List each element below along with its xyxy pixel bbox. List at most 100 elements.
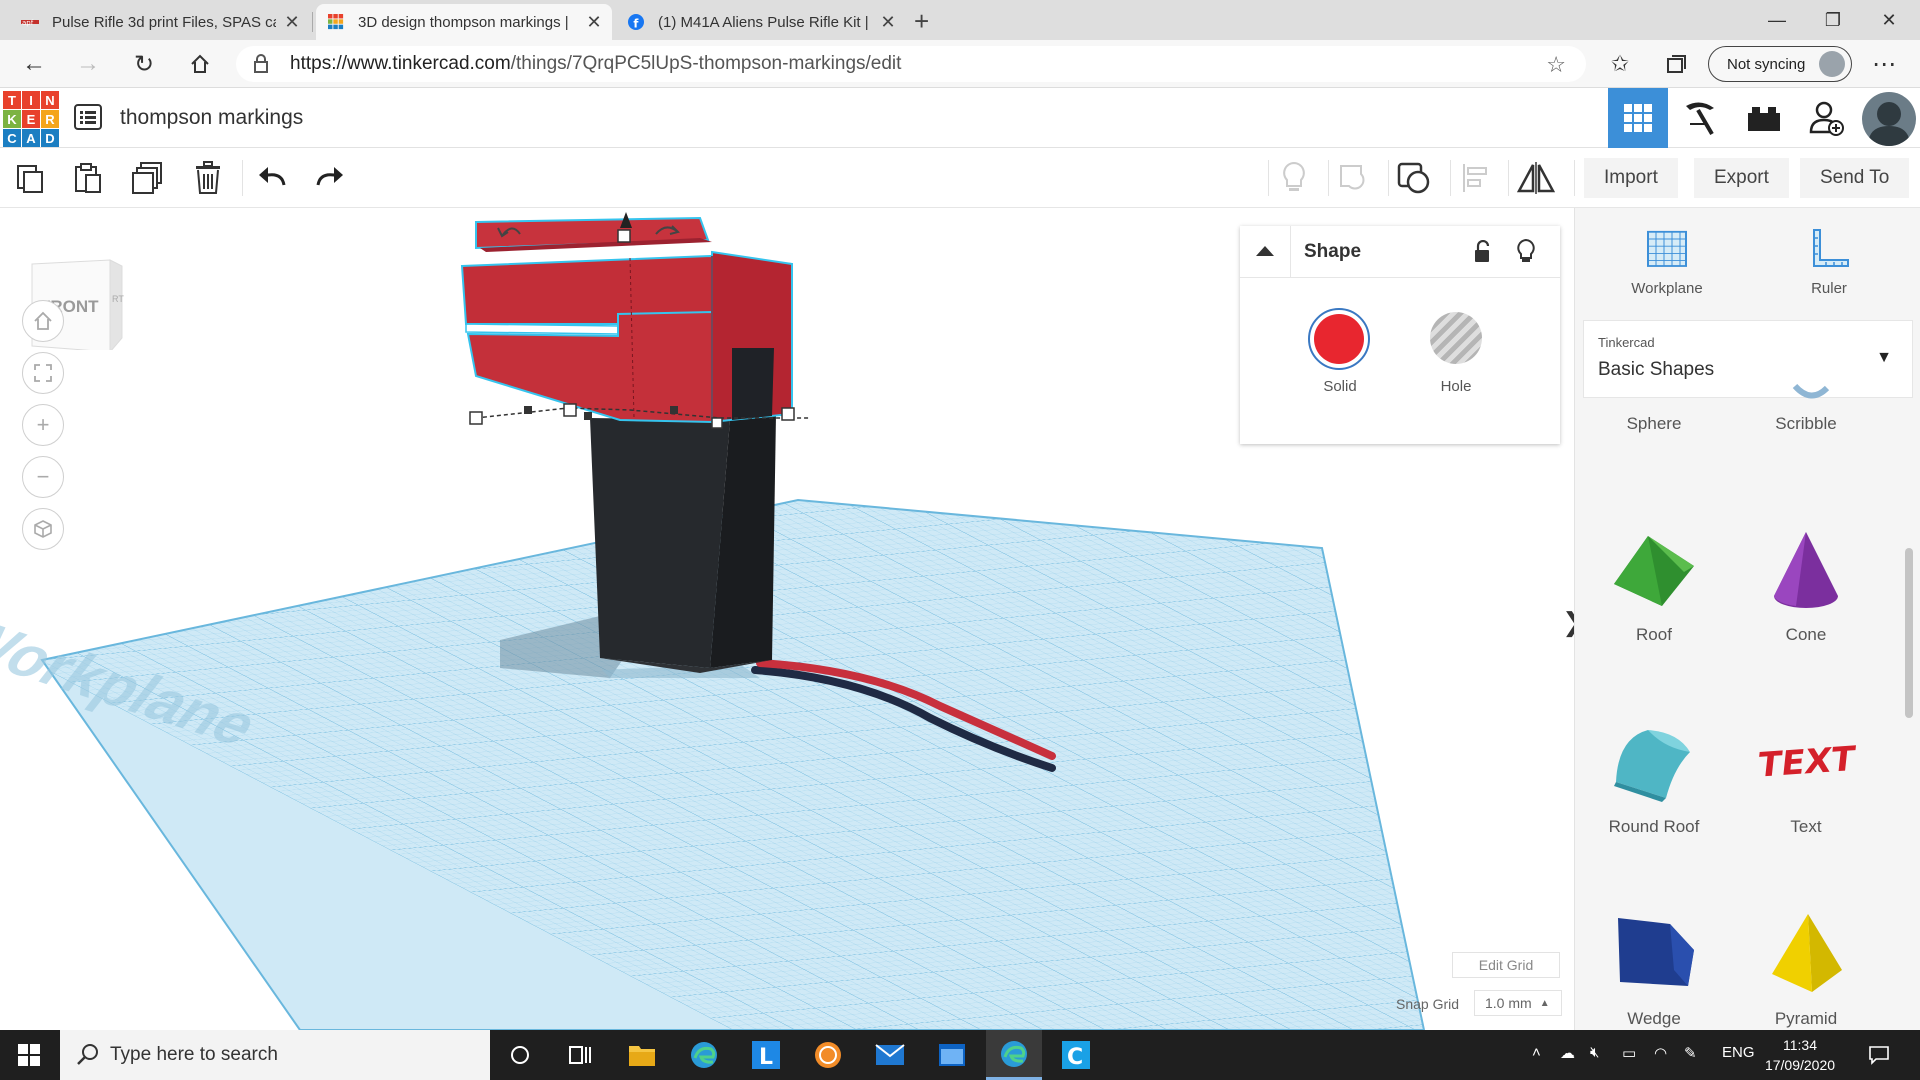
- search-icon: [77, 1044, 98, 1065]
- collapse-icon[interactable]: [1254, 242, 1276, 260]
- close-tab-icon[interactable]: ✕: [880, 12, 896, 33]
- mail-button[interactable]: [862, 1030, 918, 1080]
- design-list-icon[interactable]: [74, 104, 102, 130]
- group-button[interactable]: [1334, 158, 1374, 198]
- zoom-out-button[interactable]: −: [22, 456, 64, 498]
- volume-muted-icon[interactable]: 🔇︎: [1590, 1044, 1599, 1061]
- battery-icon[interactable]: ▭: [1622, 1044, 1636, 1062]
- url-field[interactable]: https://www.tinkercad.com/things/7QrqPC5…: [236, 46, 1586, 82]
- red-body[interactable]: [460, 216, 793, 424]
- collections-icon[interactable]: [1660, 48, 1692, 80]
- delete-button[interactable]: [188, 158, 228, 198]
- shape-sphere[interactable]: Sphere: [1579, 406, 1729, 434]
- solid-color-button[interactable]: [1308, 308, 1370, 370]
- tinkercad-logo[interactable]: TIN KER CAD: [3, 91, 59, 147]
- shape-label: Scribble: [1775, 414, 1837, 433]
- undo-button[interactable]: [252, 158, 292, 198]
- shape-pyramid[interactable]: Pyramid: [1731, 910, 1881, 1029]
- import-button[interactable]: Import: [1584, 158, 1678, 198]
- cortana-button[interactable]: [492, 1030, 548, 1080]
- export-button[interactable]: Export: [1694, 158, 1789, 198]
- edge-active-button[interactable]: [986, 1030, 1042, 1080]
- toolbar-divider: [1328, 160, 1329, 196]
- workplane-grid[interactable]: Workplane: [0, 354, 1574, 1030]
- close-tab-icon[interactable]: ✕: [284, 12, 300, 33]
- back-icon[interactable]: ←: [18, 48, 50, 80]
- lock-icon[interactable]: [1472, 240, 1492, 264]
- blocks-button[interactable]: [1670, 88, 1730, 148]
- forward-icon[interactable]: →: [72, 48, 104, 80]
- browser-address-bar: ← → ↻ https://www.tinkercad.com/things/7…: [0, 40, 1920, 88]
- ungroup-button[interactable]: [1394, 158, 1434, 198]
- snap-grid-select[interactable]: 1.0 mm ▲: [1474, 990, 1562, 1016]
- ruler-tool[interactable]: Ruler: [1779, 226, 1879, 297]
- minimize-icon[interactable]: —: [1754, 4, 1800, 36]
- cortana-icon: [511, 1046, 529, 1064]
- pen-icon[interactable]: ✎: [1684, 1044, 1697, 1062]
- close-tab-icon[interactable]: ✕: [586, 12, 602, 33]
- browser-tab-3[interactable]: f (1) M41A Aliens Pulse Rifle Kit | F ✕: [616, 4, 906, 40]
- wifi-icon[interactable]: ◠: [1654, 1044, 1667, 1062]
- bricks-button[interactable]: [1734, 88, 1794, 148]
- file-explorer-button[interactable]: [614, 1030, 670, 1080]
- shape-label: Cone: [1785, 625, 1827, 644]
- user-avatar[interactable]: [1862, 92, 1916, 146]
- restore-icon[interactable]: ❐: [1810, 4, 1856, 36]
- new-tab-icon[interactable]: +: [914, 6, 929, 37]
- browser-tab-2[interactable]: 3D design thompson markings | ✕: [316, 4, 612, 40]
- shape-library-select[interactable]: Tinkercad Basic Shapes ▼: [1583, 320, 1913, 398]
- home-icon[interactable]: [184, 48, 216, 80]
- duplicate-button[interactable]: [128, 158, 168, 198]
- favorites-icon[interactable]: ✩: [1604, 48, 1636, 80]
- show-all-button[interactable]: [1274, 158, 1314, 198]
- shape-roof[interactable]: Roof: [1579, 526, 1729, 645]
- system-clock[interactable]: 11:34 17/09/2020: [1760, 1035, 1840, 1075]
- onedrive-icon[interactable]: ☁: [1560, 1044, 1575, 1062]
- task-view-button[interactable]: [552, 1030, 608, 1080]
- design-title[interactable]: thompson markings: [120, 106, 303, 130]
- home-view-button[interactable]: [22, 300, 64, 342]
- zoom-in-button[interactable]: +: [22, 404, 64, 446]
- workplane-tool[interactable]: Workplane: [1617, 226, 1717, 297]
- shape-scribble[interactable]: Scribble: [1731, 384, 1881, 434]
- shape-cone[interactable]: Cone: [1731, 526, 1881, 645]
- shape-wedge[interactable]: Wedge: [1579, 910, 1729, 1029]
- shape-text[interactable]: TEXT Text: [1731, 718, 1881, 837]
- clock-date: 17/09/2020: [1764, 1057, 1836, 1073]
- edge-button[interactable]: [676, 1030, 732, 1080]
- browser-tab-1[interactable]: apf Pulse Rifle 3d print Files, SPAS ca …: [10, 4, 310, 40]
- share-user-button[interactable]: [1796, 88, 1856, 148]
- favorite-star-icon[interactable]: ☆: [1546, 52, 1566, 78]
- lightbulb-icon[interactable]: [1516, 238, 1536, 264]
- align-button[interactable]: [1456, 158, 1496, 198]
- notifications-icon[interactable]: [1868, 1044, 1890, 1070]
- profile-sync-button[interactable]: Not syncing: [1708, 46, 1852, 82]
- show-hidden-icons[interactable]: ˄: [1532, 1044, 1541, 1061]
- fit-view-button[interactable]: [22, 352, 64, 394]
- language-indicator[interactable]: ENG: [1722, 1044, 1755, 1061]
- hole-button[interactable]: [1430, 312, 1482, 364]
- redo-button[interactable]: [310, 158, 350, 198]
- snap-grid-label: Snap Grid: [1396, 996, 1460, 1012]
- taskbar-search-field[interactable]: Type here to search: [60, 1030, 490, 1080]
- copy-button[interactable]: [10, 158, 50, 198]
- app-window-button[interactable]: [924, 1030, 980, 1080]
- shape-round-roof[interactable]: Round Roof: [1579, 718, 1729, 837]
- paste-button[interactable]: [68, 158, 108, 198]
- close-window-icon[interactable]: ✕: [1866, 4, 1912, 36]
- shapes-scrollbar[interactable]: [1905, 548, 1913, 718]
- app-l-button[interactable]: L: [738, 1030, 794, 1080]
- send-to-button[interactable]: Send To: [1800, 158, 1910, 198]
- black-column[interactable]: [590, 414, 776, 673]
- 3d-view-button[interactable]: [1608, 88, 1668, 148]
- perspective-button[interactable]: [22, 508, 64, 550]
- edit-grid-button[interactable]: Edit Grid: [1452, 952, 1560, 978]
- mirror-button[interactable]: [1516, 158, 1556, 198]
- toggle-shapes-panel[interactable]: ❯: [1562, 590, 1574, 654]
- app-orange-button[interactable]: [800, 1030, 856, 1080]
- more-menu-icon[interactable]: ⋯: [1868, 48, 1900, 80]
- refresh-icon[interactable]: ↻: [128, 48, 160, 80]
- app-c-button[interactable]: C: [1048, 1030, 1104, 1080]
- logo-letter: C: [3, 129, 21, 147]
- start-button[interactable]: [0, 1030, 58, 1080]
